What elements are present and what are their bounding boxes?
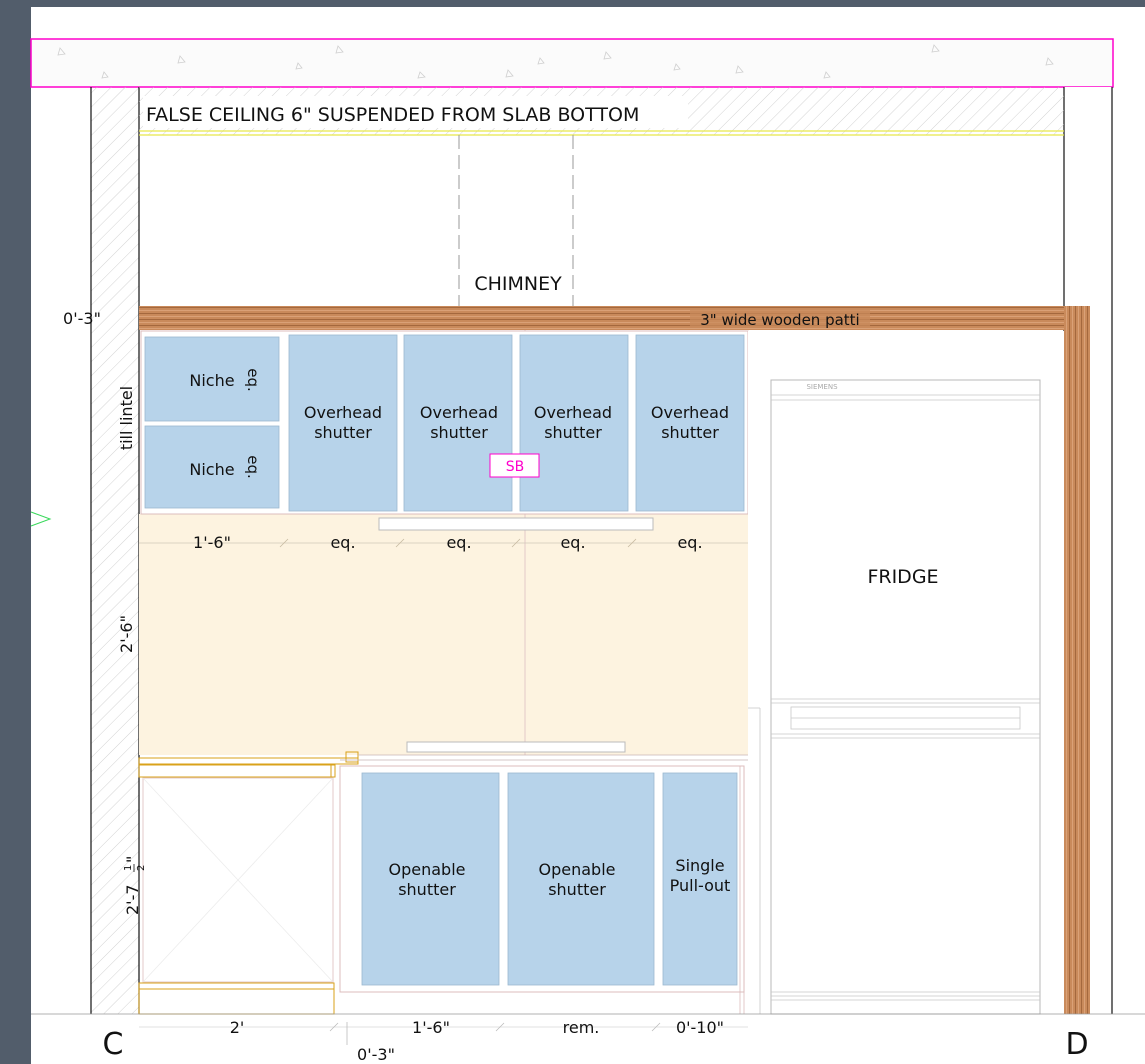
overhead-shutter-2: Overhead shutter xyxy=(403,334,513,512)
wooden-patti-top xyxy=(139,306,1090,330)
svg-text:Openableshutter: Openable shutter xyxy=(539,860,616,899)
top-offset-dim: 0'-3" xyxy=(63,309,101,328)
label-line: shutter xyxy=(544,423,602,442)
lower-width-dim-1: 2' xyxy=(230,1018,245,1037)
openable-shutter-2: Openable shutter xyxy=(507,772,655,986)
svg-text:Niche: Niche xyxy=(189,460,234,479)
svg-text:Overheadshutter: Overhead shutter xyxy=(651,403,729,442)
label-line: shutter xyxy=(548,880,606,899)
lower-width-dim-4: 0'-10" xyxy=(676,1018,724,1037)
svg-text:Openableshutter: Openable shutter xyxy=(389,860,466,899)
niche-bottom-eq-mark: eq. xyxy=(244,455,262,479)
kitchen-elevation-drawing: FALSE CEILING 6" SUSPENDED FROM SLAB BOT… xyxy=(30,38,1145,1064)
niche-top-eq-mark: eq. xyxy=(244,368,262,392)
wooden-patti-label: 3" wide wooden patti xyxy=(700,311,859,329)
grid-marker-c: C xyxy=(103,1027,124,1062)
chimney-hood xyxy=(378,517,654,531)
label-line: shutter xyxy=(314,423,372,442)
niche-top: Niche eq. xyxy=(144,336,280,422)
label-line: Overhead xyxy=(420,403,498,422)
label-line: Single xyxy=(675,856,724,875)
niche-bottom: Niche eq. xyxy=(144,425,280,509)
false-ceiling-label: FALSE CEILING 6" SUSPENDED FROM SLAB BOT… xyxy=(146,104,639,126)
left-wall xyxy=(91,87,139,1014)
svg-text:SinglePull-out: Single Pull-out xyxy=(670,856,731,895)
section-marker-arrow xyxy=(30,511,52,527)
fridge-brand: SIEMENS xyxy=(806,383,838,391)
upper-width-dim-2: eq. xyxy=(330,533,355,552)
label-line: shutter xyxy=(398,880,456,899)
overhead-shutter-4: Overhead shutter xyxy=(635,334,745,512)
lower-width-dim-2: 1'-6" xyxy=(412,1018,450,1037)
till-lintel-dim: till lintel xyxy=(117,386,136,450)
upper-width-dim-3: eq. xyxy=(446,533,471,552)
bottom-offset-dim: 0'-3" xyxy=(357,1045,395,1064)
fridge-label: FRIDGE xyxy=(867,566,938,588)
upper-width-dim-4: eq. xyxy=(560,533,585,552)
label-line: shutter xyxy=(661,423,719,442)
label-line: Overhead xyxy=(651,403,729,422)
switch-board-label: SB xyxy=(506,459,525,475)
svg-text:2: 2 xyxy=(136,865,147,871)
overhead-shutter-1: Overhead shutter xyxy=(288,334,398,512)
lower-width-dim-3: rem. xyxy=(563,1018,600,1037)
chimney-label: CHIMNEY xyxy=(474,273,562,295)
label-line: Openable xyxy=(539,860,616,879)
label-line: Overhead xyxy=(304,403,382,422)
single-pull-out: Single Pull-out xyxy=(662,772,738,986)
svg-text:1: 1 xyxy=(123,865,134,871)
overhead-shutter-3: Overhead shutter xyxy=(519,334,629,512)
svg-text:Overheadshutter: Overhead shutter xyxy=(420,403,498,442)
hob xyxy=(406,741,626,753)
openable-shutter-1: Openable shutter xyxy=(361,772,500,986)
svg-text:Niche: Niche xyxy=(189,371,234,390)
ceiling-slab xyxy=(30,38,1114,88)
grid-marker-d: D xyxy=(1065,1027,1088,1062)
fridge xyxy=(748,331,1064,1015)
label-line: Overhead xyxy=(534,403,612,422)
svg-text:": " xyxy=(123,856,142,863)
svg-text:Overheadshutter: Overhead shutter xyxy=(304,403,382,442)
svg-text:2'-7: 2'-7 xyxy=(123,884,142,915)
label-line: Pull-out xyxy=(670,876,731,895)
label-line: Openable xyxy=(389,860,466,879)
svg-text:Overheadshutter: Overhead shutter xyxy=(534,403,612,442)
wooden-patti-side xyxy=(1064,306,1090,1014)
label-line: shutter xyxy=(430,423,488,442)
backsplash-height-dim: 2'-6" xyxy=(117,615,136,653)
upper-width-dim-5: eq. xyxy=(677,533,702,552)
upper-width-dim-1: 1'-6" xyxy=(193,533,231,552)
